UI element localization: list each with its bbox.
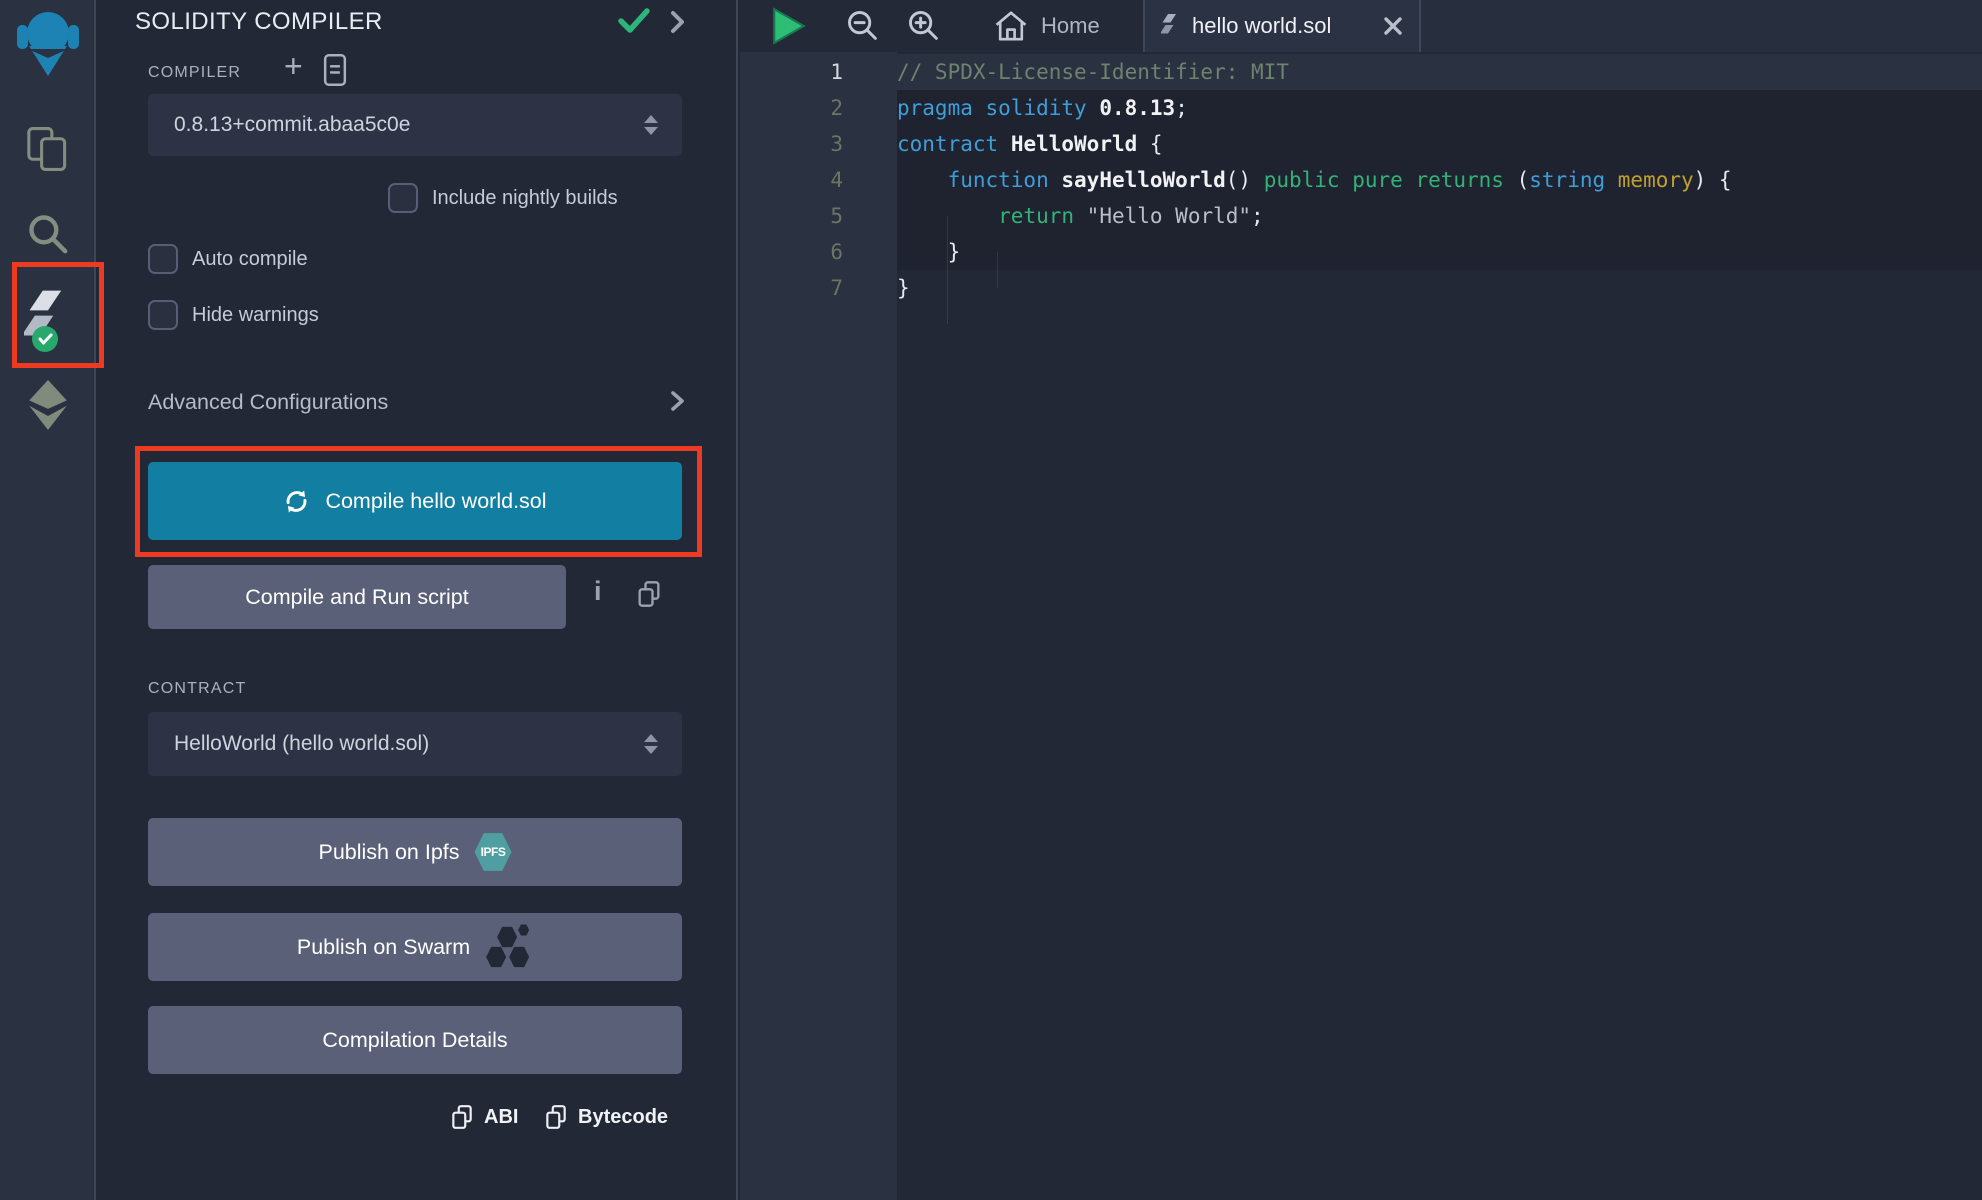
- contract-section-label: CONTRACT: [148, 680, 246, 698]
- auto-compile-label: Auto compile: [192, 248, 308, 271]
- contract-select[interactable]: HelloWorld (hello world.sol): [148, 712, 682, 776]
- add-compiler-icon[interactable]: +: [284, 48, 303, 85]
- nightly-builds-checkbox[interactable]: [388, 183, 418, 213]
- publish-ipfs-button[interactable]: Publish on Ipfs IPFS: [148, 818, 682, 886]
- line-number: 3: [740, 126, 843, 162]
- select-arrows-icon: [644, 734, 658, 754]
- solidity-compiler-icon[interactable]: [0, 288, 96, 346]
- select-arrows-icon: [644, 115, 658, 135]
- home-icon: [993, 9, 1029, 43]
- ipfs-icon: IPFS: [475, 832, 512, 873]
- line-number: 5: [740, 198, 843, 234]
- icon-sidebar: [0, 0, 96, 1200]
- run-script-play-icon[interactable]: [770, 0, 808, 52]
- indent-guide: [947, 216, 948, 324]
- code-text: // SPDX-License-Identifier: MIT: [897, 54, 1982, 90]
- contract-select-value: HelloWorld (hello world.sol): [148, 732, 644, 756]
- copy-icon: [544, 1104, 568, 1130]
- solidity-compiler-panel: SOLIDITY COMPILER COMPILER + 0.8.13+comm…: [98, 0, 738, 1200]
- abi-label: ABI: [484, 1106, 518, 1129]
- compiler-section-label: COMPILER: [148, 64, 241, 82]
- file-tab-label: hello world.sol: [1192, 13, 1370, 39]
- copy-icon[interactable]: [636, 580, 662, 608]
- tab-home[interactable]: Home: [993, 0, 1100, 52]
- code-text: contract HelloWorld {: [897, 126, 1982, 162]
- deploy-run-icon[interactable]: [0, 380, 96, 430]
- code-text: function sayHelloWorld() public pure ret…: [897, 162, 1982, 198]
- publish-swarm-button[interactable]: Publish on Swarm: [148, 913, 682, 981]
- publish-swarm-label: Publish on Swarm: [297, 935, 470, 960]
- code-line[interactable]: 7}: [740, 270, 1982, 306]
- close-icon[interactable]: [1383, 16, 1403, 36]
- chevron-right-icon[interactable]: [670, 10, 686, 34]
- compile-button-label: Compile hello world.sol: [325, 489, 546, 514]
- compilation-details-button[interactable]: Compilation Details: [148, 1006, 682, 1074]
- tab-hello-world-sol[interactable]: hello world.sol: [1143, 0, 1421, 52]
- file-explorer-icon[interactable]: [0, 126, 96, 172]
- compiler-version-value: 0.8.13+commit.abaa5c0e: [148, 113, 644, 137]
- code-line[interactable]: 6 }: [740, 234, 1982, 270]
- sync-icon: [283, 488, 310, 515]
- code-line[interactable]: 4 function sayHelloWorld() public pure r…: [740, 162, 1982, 198]
- compiler-check-badge: [32, 326, 58, 352]
- advanced-configurations-toggle[interactable]: Advanced Configurations: [148, 390, 388, 415]
- auto-compile-checkbox[interactable]: [148, 244, 178, 274]
- compilation-details-label: Compilation Details: [322, 1028, 507, 1053]
- hide-warnings-label: Hide warnings: [192, 304, 319, 327]
- line-number: 6: [740, 234, 843, 270]
- remix-ide-window: SOLIDITY COMPILER COMPILER + 0.8.13+comm…: [0, 0, 1982, 1200]
- line-number: 2: [740, 90, 843, 126]
- publish-ipfs-label: Publish on Ipfs: [318, 840, 459, 865]
- info-icon[interactable]: i: [594, 576, 602, 607]
- compiler-version-select[interactable]: 0.8.13+commit.abaa5c0e: [148, 94, 682, 156]
- hide-warnings-checkbox[interactable]: [148, 300, 178, 330]
- panel-title: SOLIDITY COMPILER: [135, 8, 383, 36]
- solidity-file-icon: [1161, 13, 1179, 39]
- chevron-right-icon[interactable]: [670, 390, 686, 412]
- home-tab-label: Home: [1041, 13, 1100, 39]
- remix-logo-icon[interactable]: [0, 8, 96, 80]
- copy-abi-link[interactable]: ABI: [450, 1104, 518, 1130]
- compile-and-run-button[interactable]: Compile and Run script: [148, 565, 566, 629]
- bytecode-label: Bytecode: [578, 1106, 668, 1129]
- copy-icon: [450, 1104, 474, 1130]
- code-line[interactable]: 1 // SPDX-License-Identifier: MIT: [740, 54, 1982, 90]
- code-line[interactable]: 2 pragma solidity 0.8.13;: [740, 90, 1982, 126]
- compile-button[interactable]: Compile hello world.sol: [148, 462, 682, 540]
- line-number: 7: [740, 270, 843, 306]
- code-text: }: [897, 270, 1982, 306]
- indent-guide: [997, 252, 998, 288]
- zoom-in-icon[interactable]: [906, 0, 942, 52]
- code-line[interactable]: 3 contract HelloWorld {: [740, 126, 1982, 162]
- code-editor: Home hello world.sol 1 // SPDX-License-Id…: [740, 0, 1982, 1200]
- zoom-out-icon[interactable]: [845, 0, 881, 52]
- swarm-icon: [485, 924, 533, 970]
- code-text: }: [897, 234, 1982, 270]
- search-icon[interactable]: [0, 212, 96, 256]
- code-lines: 1 // SPDX-License-Identifier: MIT 2 pragma …: [740, 54, 1982, 306]
- line-number: 4: [740, 162, 843, 198]
- compile-and-run-label: Compile and Run script: [245, 585, 468, 610]
- nightly-builds-label: Include nightly builds: [432, 187, 618, 210]
- config-file-icon[interactable]: [322, 54, 348, 86]
- code-line[interactable]: 5 return "Hello World";: [740, 198, 1982, 234]
- code-text: pragma solidity 0.8.13;: [897, 90, 1982, 126]
- copy-bytecode-link[interactable]: Bytecode: [544, 1104, 668, 1130]
- editor-tab-bar: Home hello world.sol: [740, 0, 1982, 52]
- code-text: return "Hello World";: [897, 198, 1982, 234]
- check-icon: [618, 8, 650, 34]
- line-number: 1: [740, 54, 843, 90]
